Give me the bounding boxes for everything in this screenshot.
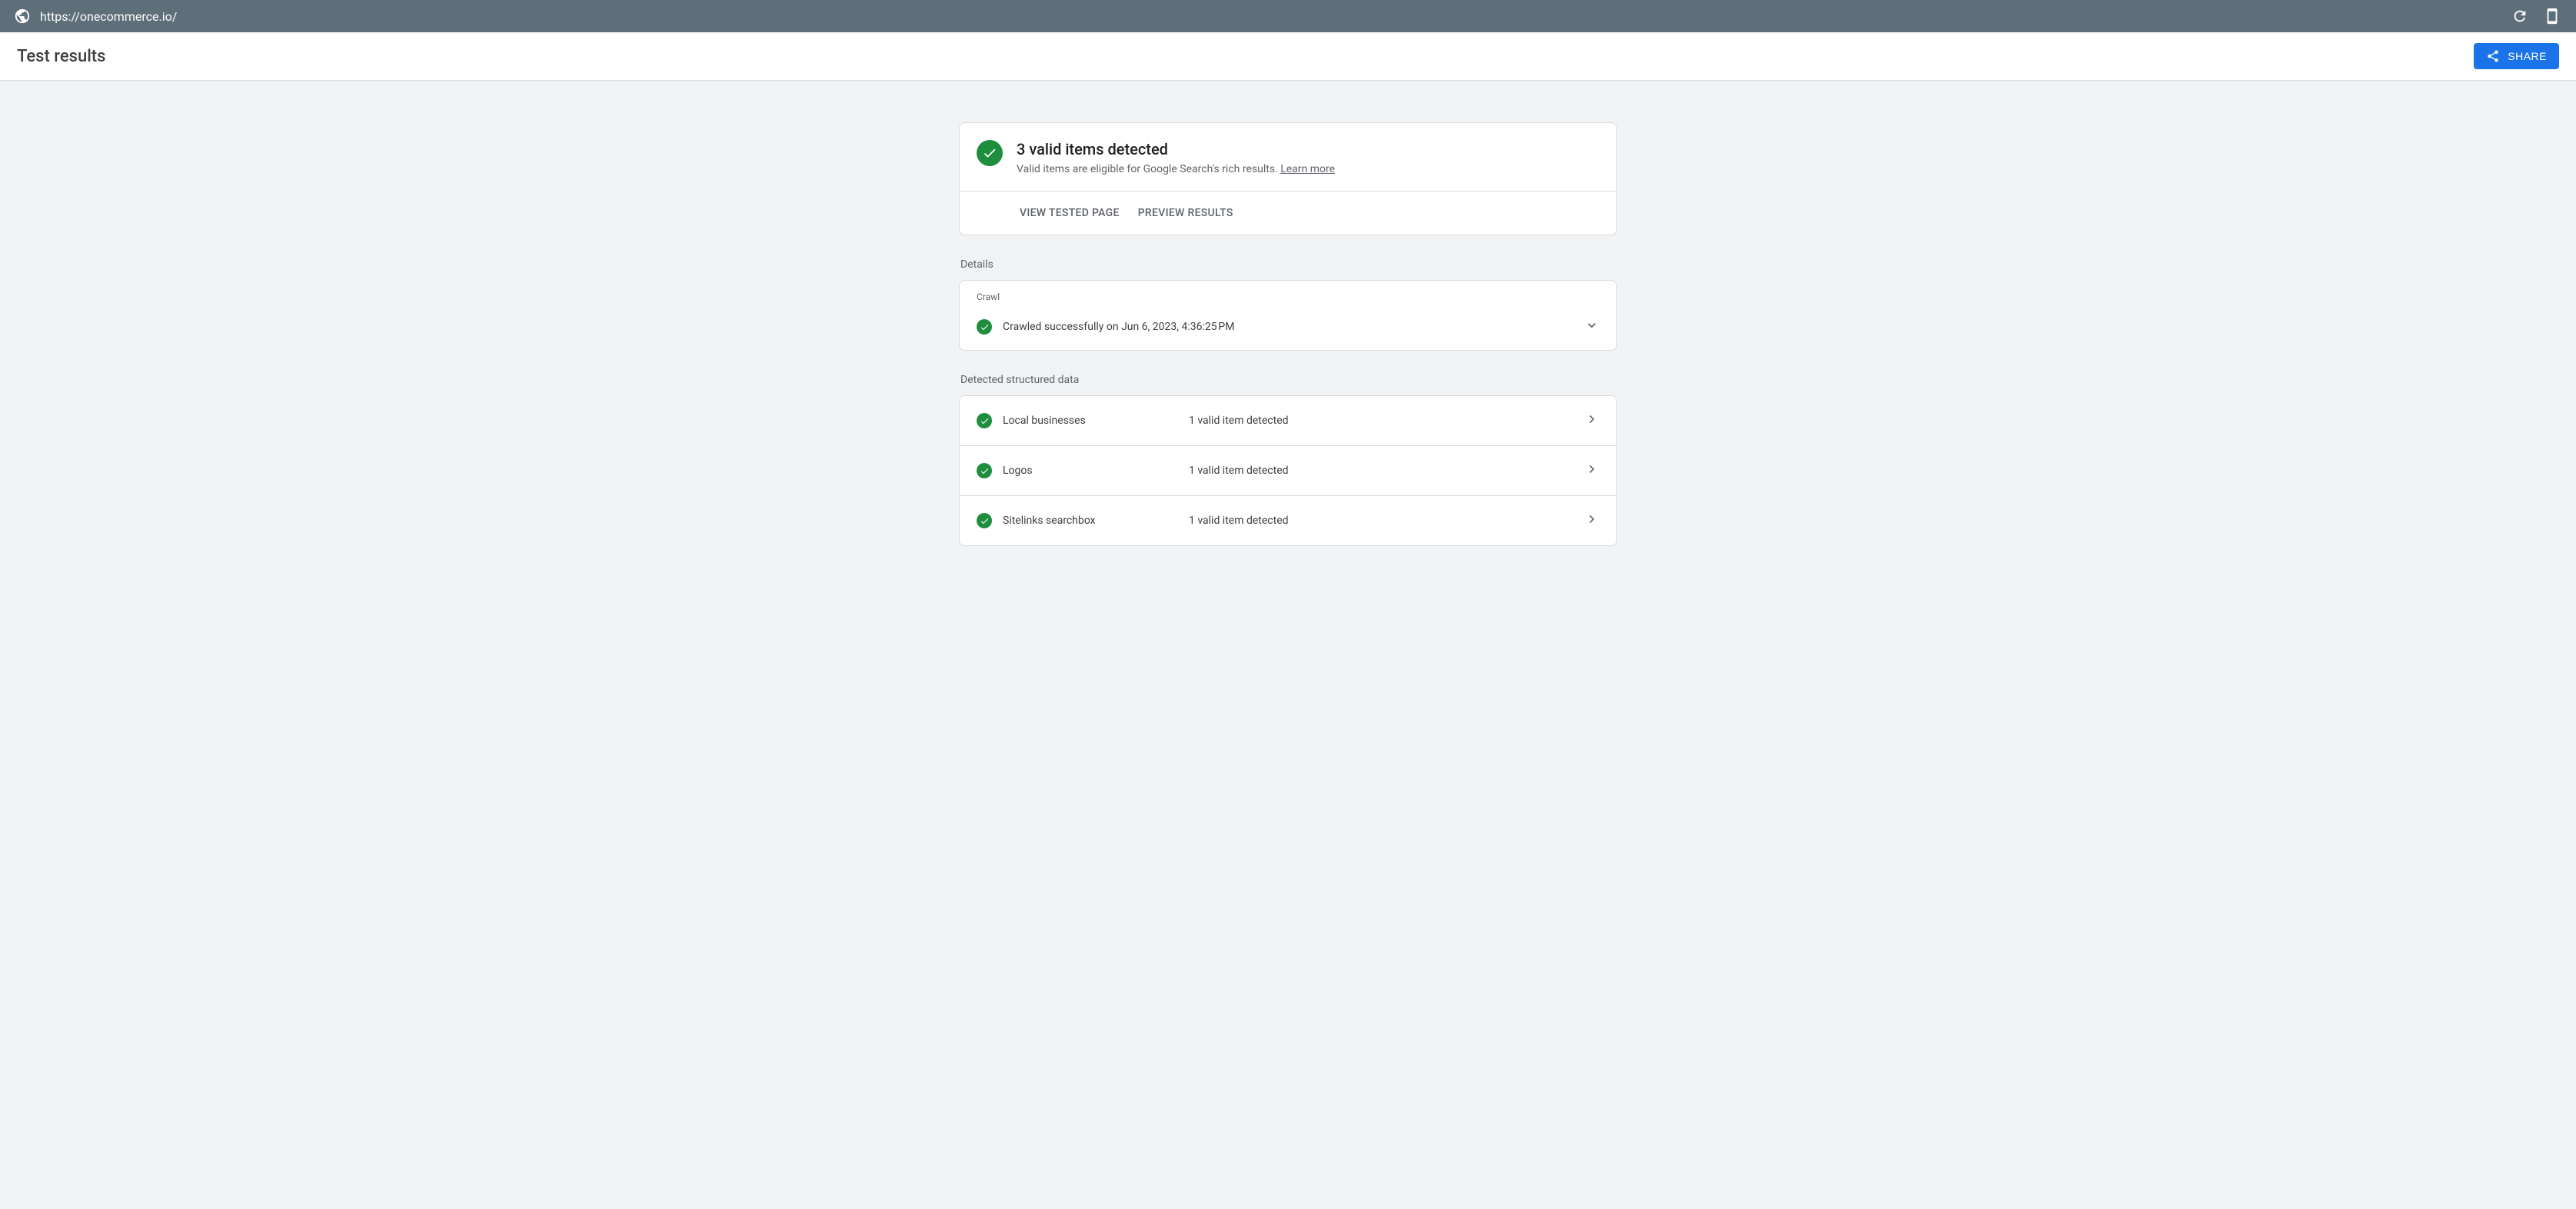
structured-data-name: Local businesses [1003,415,1178,427]
page-title: Test results [17,47,105,66]
learn-more-link[interactable]: Learn more [1280,163,1335,175]
details-section-label: Details [959,258,1617,271]
main-content: 3 valid items detected Valid items are e… [959,122,1617,546]
share-button[interactable]: SHARE [2474,43,2559,69]
view-tested-page-button[interactable]: VIEW TESTED PAGE [1020,207,1120,219]
checkmark-icon [977,319,992,335]
smartphone-icon[interactable] [2544,8,2561,25]
page-header: Test results SHARE [0,32,2576,81]
structured-data-row[interactable]: Logos 1 valid item detected [960,446,1616,496]
checkmark-icon [977,463,992,478]
chevron-right-icon [1584,461,1599,480]
structured-data-count: 1 valid item detected [1189,515,1573,527]
refresh-icon[interactable] [2511,8,2528,25]
structured-data-row[interactable]: Sitelinks searchbox 1 valid item detecte… [960,496,1616,545]
crawl-status-text: Crawled successfully on Jun 6, 2023, 4:3… [1003,321,1573,333]
checkmark-icon [977,513,992,528]
chevron-right-icon [1584,511,1599,530]
structured-data-count: 1 valid item detected [1189,415,1573,427]
summary-title: 3 valid items detected [1017,140,1335,158]
share-button-label: SHARE [2508,50,2547,62]
checkmark-icon [977,413,992,428]
crawl-card: Crawl Crawled successfully on Jun 6, 202… [959,280,1617,351]
chevron-right-icon [1584,411,1599,430]
share-icon [2486,49,2500,63]
checkmark-icon [977,140,1003,166]
preview-results-button[interactable]: PREVIEW RESULTS [1138,207,1233,219]
structured-data-count: 1 valid item detected [1189,465,1573,477]
globe-icon [14,8,31,25]
summary-card: 3 valid items detected Valid items are e… [959,122,1617,235]
structured-data-name: Sitelinks searchbox [1003,515,1178,527]
detected-section-label: Detected structured data [959,374,1617,386]
structured-data-name: Logos [1003,465,1178,477]
chevron-down-icon [1584,318,1599,336]
url-bar: https://onecommerce.io/ [0,0,2576,32]
structured-data-row[interactable]: Local businesses 1 valid item detected [960,396,1616,446]
structured-data-card: Local businesses 1 valid item detected L… [959,395,1617,546]
crawl-status-row[interactable]: Crawled successfully on Jun 6, 2023, 4:3… [960,307,1616,350]
summary-subtitle: Valid items are eligible for Google Sear… [1017,163,1335,175]
url-text[interactable]: https://onecommerce.io/ [40,9,177,24]
crawl-card-header: Crawl [960,281,1616,307]
